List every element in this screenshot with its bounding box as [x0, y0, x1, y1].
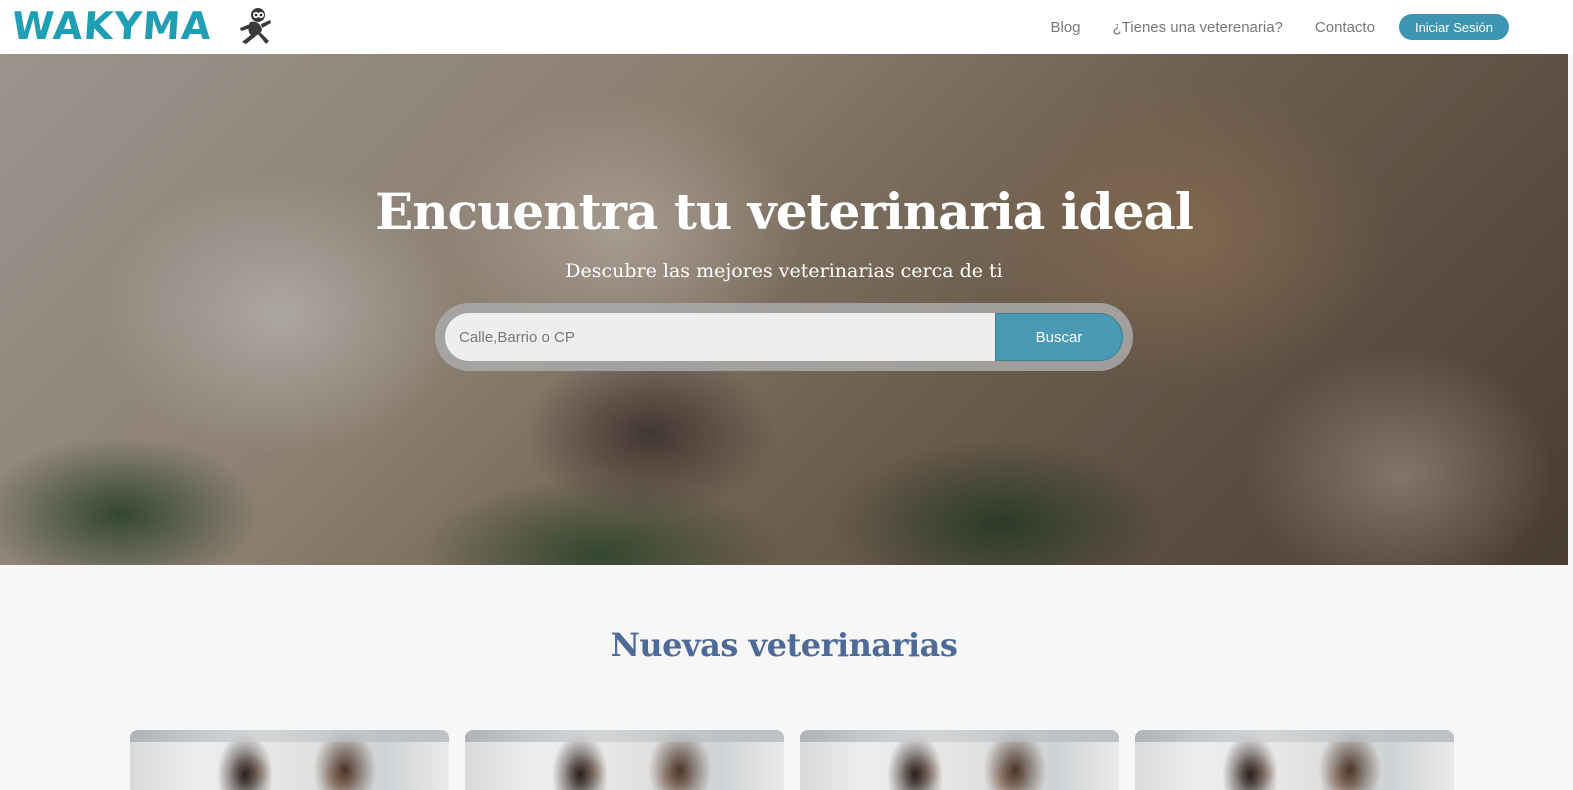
clinic-photo [800, 730, 1119, 742]
hero-banner: Encuentra tu veterinaria ideal Descubre … [0, 54, 1568, 565]
vet-card[interactable] [800, 730, 1119, 790]
main-nav: Blog ¿Tienes una veterenaria? Contacto I… [1050, 0, 1573, 54]
vet-card[interactable] [130, 730, 449, 790]
clinic-photo [1135, 730, 1454, 742]
new-vets-section-title: Nuevas veterinarias [610, 626, 958, 664]
top-navbar: WAKYMA Blog ¿Tienes una veterenaria? Con… [0, 0, 1573, 54]
search-bar: Buscar [435, 303, 1133, 371]
vet-card[interactable] [1135, 730, 1454, 790]
logo-text: WAKYMA [10, 4, 214, 48]
brand-logo[interactable]: WAKYMA [10, 4, 274, 48]
hero-content: Encuentra tu veterinaria ideal Descubre … [0, 54, 1568, 565]
hero-title: Encuentra tu veterinaria ideal [375, 182, 1194, 241]
running-sloth-icon [239, 8, 271, 44]
nav-vet-owner-link[interactable]: ¿Tienes una veterenaria? [1113, 19, 1283, 36]
clinic-photo [130, 730, 449, 742]
search-button[interactable]: Buscar [995, 313, 1123, 361]
address-search-input[interactable] [445, 313, 997, 361]
clinic-photo [465, 730, 784, 742]
vet-card[interactable] [465, 730, 784, 790]
nav-blog-link[interactable]: Blog [1050, 19, 1080, 36]
nav-contact-link[interactable]: Contacto [1315, 19, 1375, 36]
hero-subtitle: Descubre las mejores veterinarias cerca … [565, 260, 1003, 282]
login-button[interactable]: Iniciar Sesión [1398, 14, 1509, 40]
